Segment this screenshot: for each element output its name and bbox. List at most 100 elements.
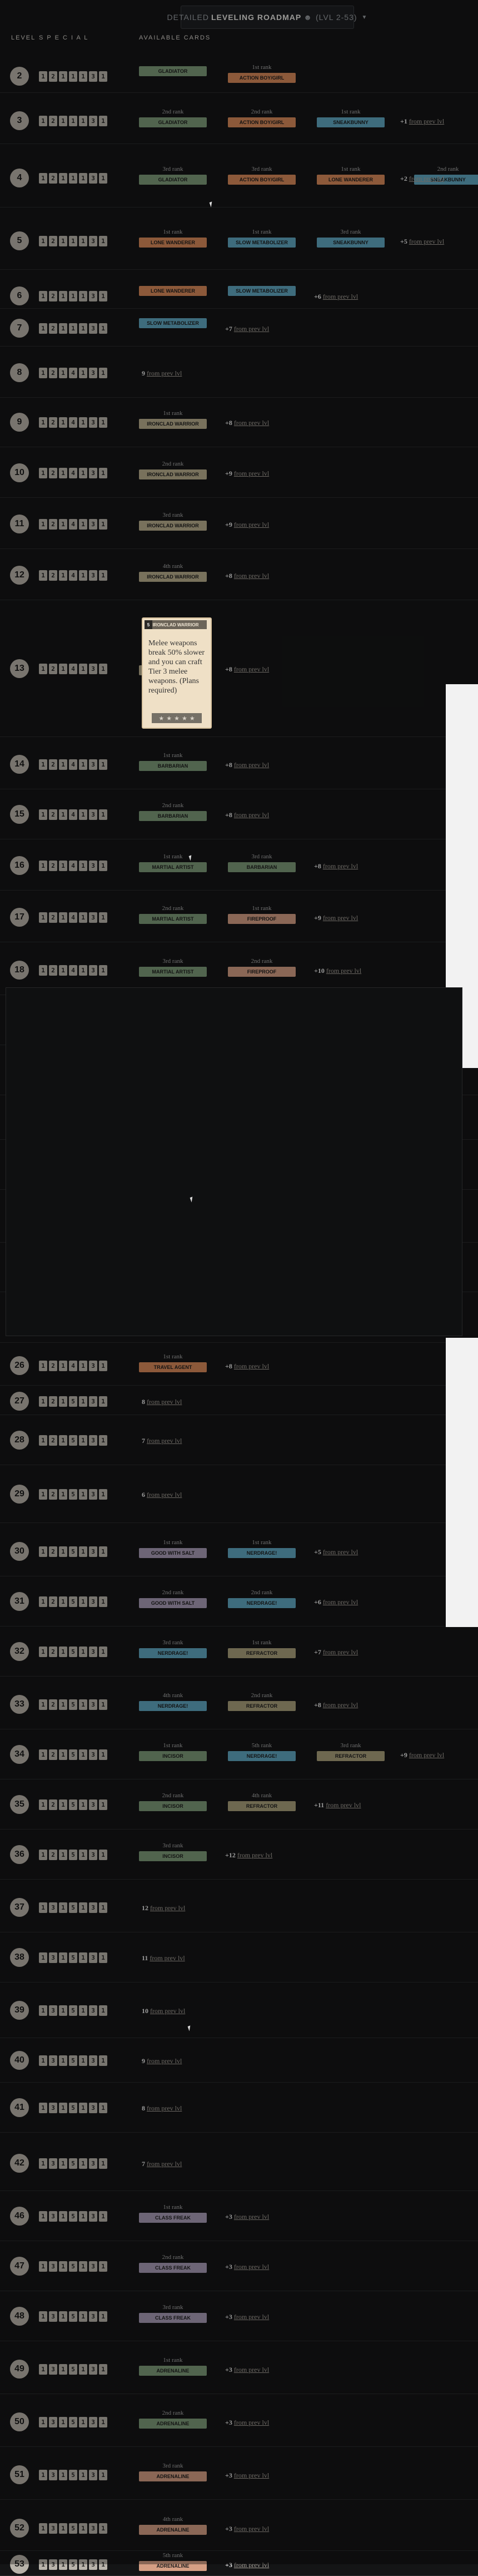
perks-link[interactable]: from prev lvl [234,811,269,819]
perks-link[interactable]: from prev lvl [150,1954,185,1962]
perk-card[interactable]: LONE WANDERER [139,284,207,296]
perks-link[interactable]: from prev lvl [234,1362,269,1370]
perks-link[interactable]: from prev lvl [234,2263,269,2271]
perk-card[interactable]: 1st rank SNEAKBUNNY [317,108,385,127]
perks-link[interactable]: from prev lvl [409,238,444,245]
perk-card[interactable]: 1st rank ACTION BOY/GIRL [228,64,296,83]
perk-card[interactable]: 1st rank REFRACTOR [228,1639,296,1658]
perk-card[interactable]: 1st rank TRAVEL AGENT [139,1353,207,1372]
perk-card[interactable]: 1st rank ADRENALINE [139,2357,207,2376]
perks-link[interactable]: from prev lvl [409,1751,444,1759]
perk-card[interactable]: 1st rank BARBARIAN [139,752,207,771]
perk-card[interactable]: 1st rank INCISOR [139,1742,207,1761]
special-stat-value: 1 [59,2158,67,2169]
perks-link[interactable]: from prev lvl [150,1904,185,1912]
perk-card[interactable]: GLADIATOR [139,64,207,76]
perks-link[interactable]: from prev lvl [234,2525,269,2533]
perk-card[interactable]: 1st rank LONE WANDERER [139,229,207,248]
perks-link[interactable]: from prev lvl [234,325,269,333]
perks-link[interactable]: from prev lvl [147,1398,182,1406]
perks-link[interactable]: from prev lvl [147,369,182,377]
perks-link[interactable]: from prev lvl [237,1851,272,1859]
special-stat-value: 1 [79,468,87,478]
perk-card[interactable]: 1st rank NERDRAGE! [228,1539,296,1558]
perk-card-rank: 3rd rank [340,1742,361,1749]
perk-card[interactable]: SLOW METABOLIZER [228,284,296,296]
perk-card[interactable]: 1st rank GOOD WITH SALT [139,1539,207,1558]
special-stat-value: 1 [59,965,67,976]
perk-card[interactable]: 1st rank IRONCLAD WARRIOR [139,410,207,429]
perks-link[interactable]: from prev lvl [323,1701,358,1709]
perks-link[interactable]: from prev lvl [409,175,444,182]
perks-link[interactable]: from prev lvl [323,293,358,300]
perks-link[interactable]: from prev lvl [234,2419,269,2426]
perks-link[interactable]: from prev lvl [234,761,269,769]
perk-card-name: GLADIATOR [139,175,207,185]
perk-card[interactable]: 2nd rank BARBARIAN [139,802,207,821]
perk-card[interactable]: 1st rank MARTIAL ARTIST [139,853,207,872]
perks-link[interactable]: from prev lvl [234,2471,269,2479]
perks-link[interactable]: from prev lvl [234,521,269,528]
perk-card[interactable]: 3rd rank NERDRAGE! [139,1639,207,1658]
perk-card[interactable]: 3rd rank ADRENALINE [139,2463,207,2481]
perks-link[interactable]: from prev lvl [234,2366,269,2374]
special-stat-value: 1 [99,2417,107,2427]
perks-link[interactable]: from prev lvl [409,117,444,125]
perk-card[interactable]: 1st rank LONE WANDERER [317,166,385,185]
perk-card[interactable]: 5th rank NERDRAGE! [228,1742,296,1761]
perk-card[interactable]: 2nd rank INCISOR [139,1792,207,1811]
perks-link[interactable]: from prev lvl [326,1801,361,1809]
perks-link[interactable]: from prev lvl [326,967,361,975]
special-stat-value: 1 [59,2311,67,2322]
perks-link[interactable]: from prev lvl [323,914,358,922]
perk-card[interactable]: 3rd rank GLADIATOR [139,166,207,185]
perk-card[interactable]: 3rd rank SNEAKBUNNY [317,229,385,248]
perks-link[interactable]: from prev lvl [147,2057,182,2065]
perk-card[interactable]: 3rd rank IRONCLAD WARRIOR [139,512,207,531]
perk-card[interactable]: 2nd rank MARTIAL ARTIST [139,905,207,924]
perk-card[interactable]: 4th rank NERDRAGE! [139,1692,207,1711]
perk-card[interactable]: 4th rank IRONCLAD WARRIOR [139,563,207,582]
perk-card[interactable]: 1st rank FIREPROOF [228,905,296,924]
special-stat-value: 5 [69,1902,77,1913]
perk-card[interactable]: SLOW METABOLIZER [139,316,207,328]
perk-card[interactable]: 2nd rank IRONCLAD WARRIOR [139,461,207,479]
special-stat-value: 1 [39,2103,47,2113]
perk-card[interactable]: 2nd rank FIREPROOF [228,958,296,977]
perk-card[interactable]: 3rd rank REFRACTOR [317,1742,385,1761]
perk-card[interactable]: 3rd rank BARBARIAN [228,853,296,872]
perk-card[interactable]: 3rd rank CLASS FREAK [139,2304,207,2323]
perks-link[interactable]: from prev lvl [234,572,269,580]
perk-card[interactable]: 2nd rank ADRENALINE [139,2410,207,2429]
perk-card[interactable]: 2nd rank REFRACTOR [228,1692,296,1711]
perk-card[interactable]: 4th rank ADRENALINE [139,2516,207,2535]
perk-card[interactable]: 4th rank REFRACTOR [228,1792,296,1811]
perk-card[interactable]: 1st rank CLASS FREAK [139,2204,207,2223]
perk-card[interactable]: 2nd rank CLASS FREAK [139,2254,207,2273]
perks-link[interactable]: from prev lvl [234,419,269,427]
perk-card[interactable]: 5th rank ADRENALINE [139,2552,207,2571]
perk-card[interactable]: 2nd rank ACTION BOY/GIRL [228,108,296,127]
perks-link[interactable]: from prev lvl [147,1437,182,1445]
perk-card[interactable]: 2nd rank NERDRAGE! [228,1589,296,1608]
roadmap-title-dropdown[interactable]: DETAILED LEVELING ROADMAP ☻ (LVL 2-53) ▼ [167,6,367,29]
perk-card[interactable]: 2nd rank GLADIATOR [139,108,207,127]
perks-link[interactable]: from prev lvl [323,1648,358,1656]
perks-link[interactable]: from prev lvl [150,2007,185,2015]
perks-link[interactable]: from prev lvl [234,2313,269,2321]
perks-link[interactable]: from prev lvl [234,2561,269,2569]
perks-link[interactable]: from prev lvl [323,1548,358,1556]
perk-card[interactable]: 3rd rank MARTIAL ARTIST [139,958,207,977]
perks-link[interactable]: from prev lvl [234,2213,269,2221]
perks-link[interactable]: from prev lvl [234,665,269,673]
perk-card[interactable]: 3rd rank ACTION BOY/GIRL [228,166,296,185]
perks-link[interactable]: from prev lvl [147,2104,182,2112]
perk-card[interactable]: 2nd rank GOOD WITH SALT [139,1589,207,1608]
perks-link[interactable]: from prev lvl [323,1598,358,1606]
perks-link[interactable]: from prev lvl [147,1491,182,1499]
perks-link[interactable]: from prev lvl [323,862,358,870]
perks-link[interactable]: from prev lvl [147,2160,182,2168]
perks-link[interactable]: from prev lvl [234,469,269,477]
perk-card[interactable]: 1st rank SLOW METABOLIZER [228,229,296,248]
perk-card[interactable]: 3rd rank INCISOR [139,1842,207,1861]
